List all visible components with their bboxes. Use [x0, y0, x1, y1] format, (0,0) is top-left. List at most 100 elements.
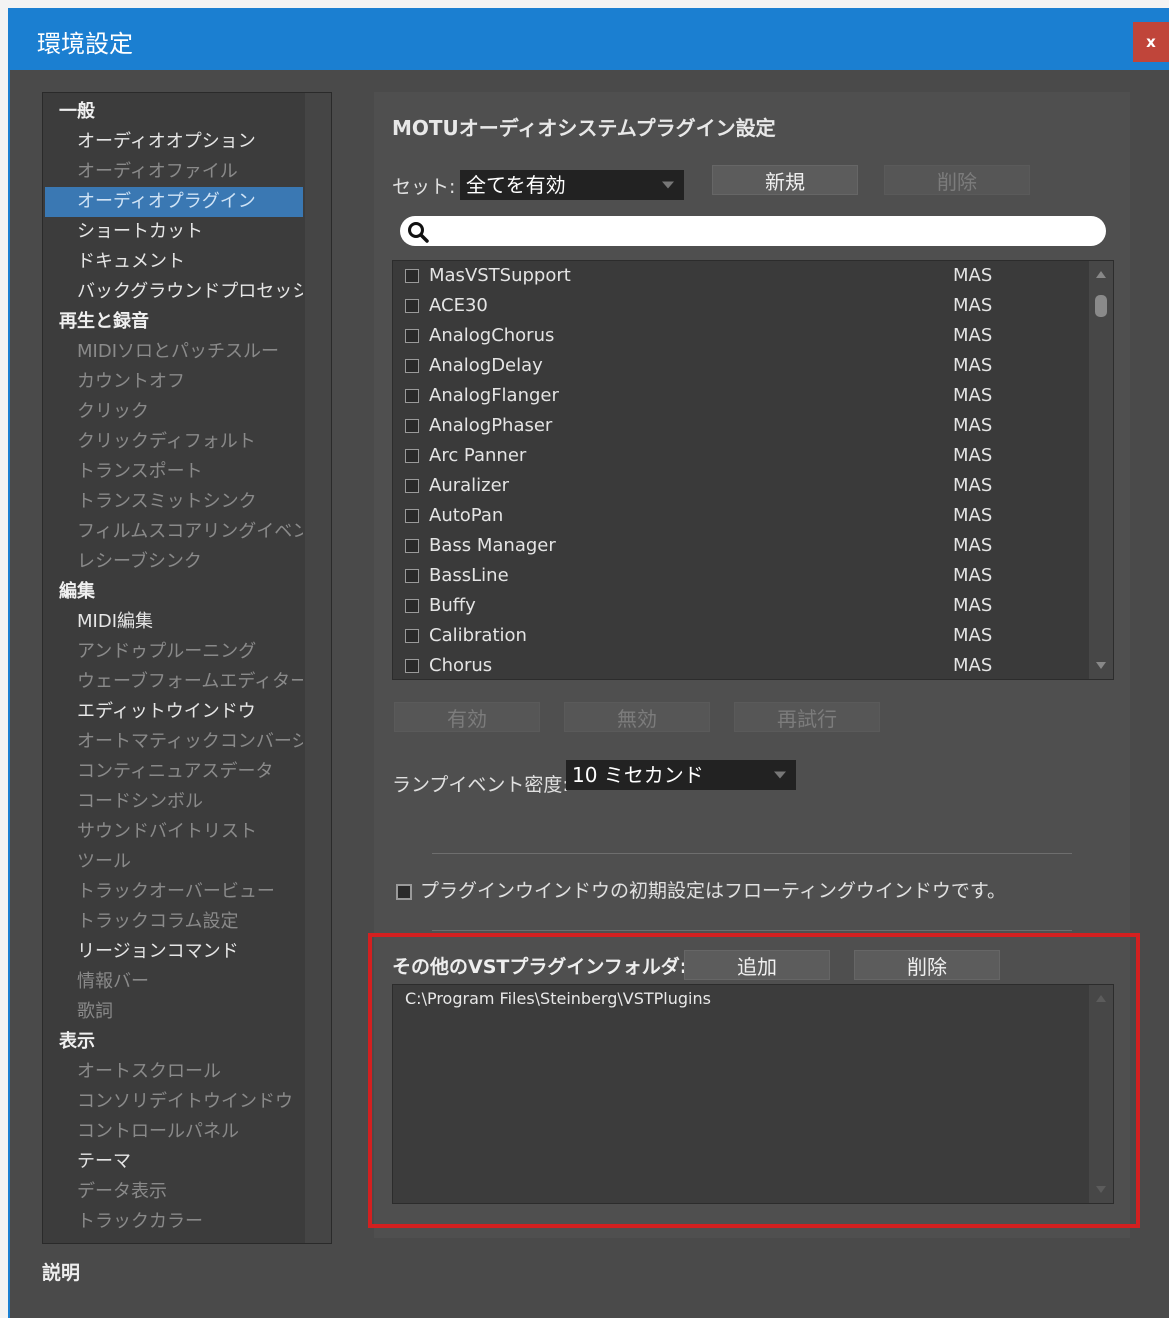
sidebar-item[interactable]: オートスクロール — [43, 1057, 303, 1087]
sidebar-item[interactable]: MIDI編集 — [43, 607, 303, 637]
plugin-checkbox[interactable] — [405, 389, 419, 403]
plugin-checkbox[interactable] — [405, 479, 419, 493]
sidebar-item[interactable]: オーディオプラグイン — [45, 187, 303, 217]
disable-button[interactable]: 無効 — [564, 702, 710, 732]
sidebar-item[interactable]: テーマ — [43, 1147, 303, 1177]
sidebar-item[interactable]: オーディオオプション — [43, 127, 303, 157]
divider — [432, 930, 1072, 931]
vst-folder-path[interactable]: C:\Program Files\Steinberg\VSTPlugins — [405, 989, 711, 1008]
sidebar-item[interactable]: コードシンボル — [43, 787, 303, 817]
sidebar-item[interactable]: トランスポート — [43, 457, 303, 487]
plugin-row[interactable]: Auralizer MAS — [393, 471, 1113, 501]
plugin-name: MasVSTSupport — [429, 265, 571, 286]
plugin-checkbox[interactable] — [405, 299, 419, 313]
retry-button[interactable]: 再試行 — [734, 702, 880, 732]
plugin-type: MAS — [953, 535, 993, 556]
sidebar-item[interactable]: クリックディフォルト — [43, 427, 303, 457]
sidebar-item[interactable]: フィルムスコアリングイベント — [43, 517, 303, 547]
divider — [432, 853, 1072, 854]
sidebar-item[interactable]: データ表示 — [43, 1177, 303, 1207]
sidebar-item[interactable]: ショートカット — [43, 217, 303, 247]
sidebar-category[interactable]: 表示 — [43, 1027, 303, 1057]
sidebar-item[interactable]: エディットウインドウ — [43, 697, 303, 727]
plugin-checkbox[interactable] — [405, 569, 419, 583]
plugin-type: MAS — [953, 625, 993, 646]
plugin-name: Chorus — [429, 655, 493, 676]
scroll-down-icon[interactable] — [1096, 1186, 1106, 1193]
plugin-row[interactable]: BassLine MAS — [393, 561, 1113, 591]
plugin-name: BassLine — [429, 565, 509, 586]
sidebar-item[interactable]: コンソリデイトウインドウ — [43, 1087, 303, 1117]
lamp-density-dropdown[interactable]: 10 ミセカンド — [566, 760, 796, 790]
floating-window-option[interactable]: プラグインウインドウの初期設定はフローティングウインドウです。 — [396, 876, 1006, 903]
scroll-down-icon[interactable] — [1096, 662, 1106, 669]
sidebar-category[interactable]: 再生と録音 — [43, 307, 303, 337]
plugin-checkbox[interactable] — [405, 419, 419, 433]
plugin-row[interactable]: Calibration MAS — [393, 621, 1113, 651]
plugin-checkbox[interactable] — [405, 509, 419, 523]
sidebar-item[interactable]: 歌詞 — [43, 997, 303, 1027]
vst-folder-scrollbar[interactable] — [1089, 985, 1113, 1203]
enable-button[interactable]: 有効 — [394, 702, 540, 732]
plugin-row[interactable]: ACE30 MAS — [393, 291, 1113, 321]
sidebar-scrollbar[interactable] — [305, 93, 331, 1243]
sidebar-item[interactable]: 情報バー — [43, 967, 303, 997]
sidebar-item[interactable]: ウェーブフォームエディター — [43, 667, 303, 697]
sidebar-category[interactable]: 編集 — [43, 577, 303, 607]
sidebar-item[interactable]: バックグラウンドプロセッシング — [43, 277, 303, 307]
set-dropdown-value: 全てを有効 — [466, 173, 566, 197]
plugin-row[interactable]: Bass Manager MAS — [393, 531, 1113, 561]
plugin-checkbox[interactable] — [405, 539, 419, 553]
scroll-up-icon[interactable] — [1096, 995, 1106, 1002]
sidebar-item[interactable]: クリック — [43, 397, 303, 427]
scroll-up-icon[interactable] — [1096, 271, 1106, 278]
sidebar-item[interactable]: サウンドバイトリスト — [43, 817, 303, 847]
sidebar-item[interactable]: ドキュメント — [43, 247, 303, 277]
sidebar-item[interactable]: コンティニュアスデータ — [43, 757, 303, 787]
plugin-list-scrollbar[interactable] — [1089, 261, 1113, 679]
plugin-type: MAS — [953, 475, 993, 496]
title-bar[interactable]: 環境設定 x — [10, 8, 1169, 70]
plugin-checkbox[interactable] — [405, 359, 419, 373]
vst-delete-button[interactable]: 削除 — [854, 950, 1000, 980]
new-set-button[interactable]: 新規 — [712, 165, 858, 195]
floating-window-checkbox[interactable] — [396, 883, 412, 900]
sidebar-category[interactable]: 一般 — [43, 97, 303, 127]
plugin-checkbox[interactable] — [405, 629, 419, 643]
sidebar-item[interactable]: トラックカラー — [43, 1207, 303, 1237]
set-dropdown[interactable]: 全てを有効 — [460, 170, 684, 200]
sidebar-item[interactable]: カウントオフ — [43, 367, 303, 397]
plugin-row[interactable]: AutoPan MAS — [393, 501, 1113, 531]
plugin-row[interactable]: Arc Panner MAS — [393, 441, 1113, 471]
plugin-checkbox[interactable] — [405, 329, 419, 343]
plugin-checkbox[interactable] — [405, 599, 419, 613]
plugin-row[interactable]: AnalogDelay MAS — [393, 351, 1113, 381]
vst-add-button[interactable]: 追加 — [684, 950, 830, 980]
sidebar-item[interactable]: アンドゥプルーニング — [43, 637, 303, 667]
sidebar-item[interactable]: オーディオファイル — [43, 157, 303, 187]
close-button[interactable]: x — [1133, 22, 1169, 62]
sidebar-item[interactable]: リージョンコマンド — [43, 937, 303, 967]
plugin-checkbox[interactable] — [405, 659, 419, 673]
page-title: MOTUオーディオシステムプラグイン設定 — [392, 116, 776, 140]
sidebar-item[interactable]: MIDIソロとパッチスルー — [43, 337, 303, 367]
sidebar-item[interactable]: オートマティックコンバージョン — [43, 727, 303, 757]
plugin-checkbox[interactable] — [405, 269, 419, 283]
plugin-row[interactable]: MasVSTSupport MAS — [393, 261, 1113, 291]
sidebar-item[interactable]: トランスミットシンク — [43, 487, 303, 517]
scroll-thumb[interactable] — [1095, 295, 1107, 317]
plugin-row[interactable]: Buffy MAS — [393, 591, 1113, 621]
plugin-checkbox[interactable] — [405, 449, 419, 463]
plugin-name: AnalogFlanger — [429, 385, 559, 406]
plugin-row[interactable]: AnalogFlanger MAS — [393, 381, 1113, 411]
sidebar-item[interactable]: レシーブシンク — [43, 547, 303, 577]
sidebar-item[interactable]: ツール — [43, 847, 303, 877]
plugin-row[interactable]: AnalogChorus MAS — [393, 321, 1113, 351]
sidebar-item[interactable]: コントロールパネル — [43, 1117, 303, 1147]
plugin-row[interactable]: AnalogPhaser MAS — [393, 411, 1113, 441]
sidebar-item[interactable]: トラックコラム設定 — [43, 907, 303, 937]
sidebar-item[interactable]: トラックオーバービュー — [43, 877, 303, 907]
delete-set-button[interactable]: 削除 — [884, 165, 1030, 195]
plugin-search-input[interactable] — [400, 216, 1106, 246]
plugin-row[interactable]: Chorus MAS — [393, 651, 1113, 679]
